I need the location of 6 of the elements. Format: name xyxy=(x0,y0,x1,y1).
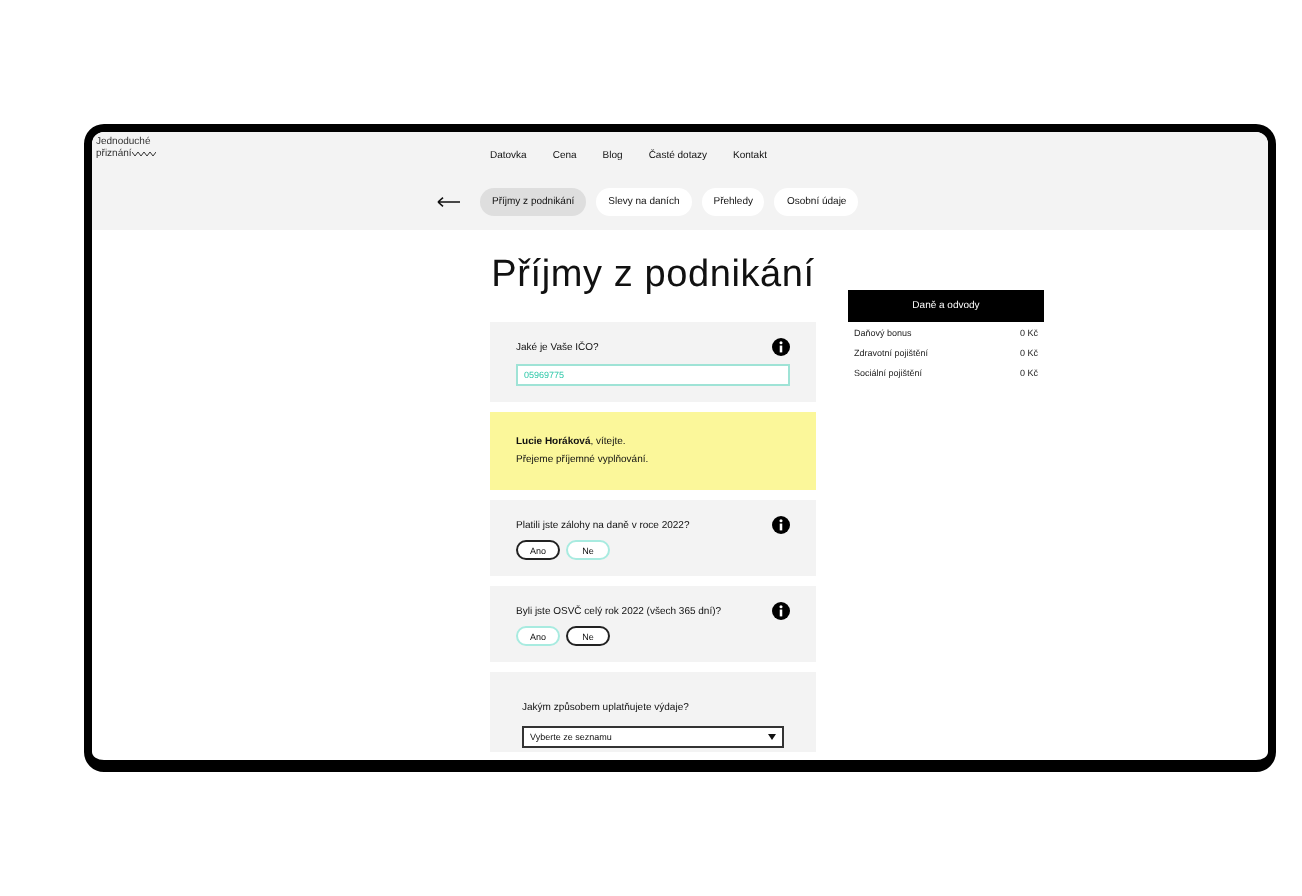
info-icon[interactable] xyxy=(772,516,790,534)
caret-icon xyxy=(768,734,776,740)
info-icon[interactable] xyxy=(772,602,790,620)
info-icon[interactable] xyxy=(772,338,790,356)
page-title: Příjmy z podnikání xyxy=(490,254,816,298)
back-arrow-icon[interactable] xyxy=(436,196,460,208)
